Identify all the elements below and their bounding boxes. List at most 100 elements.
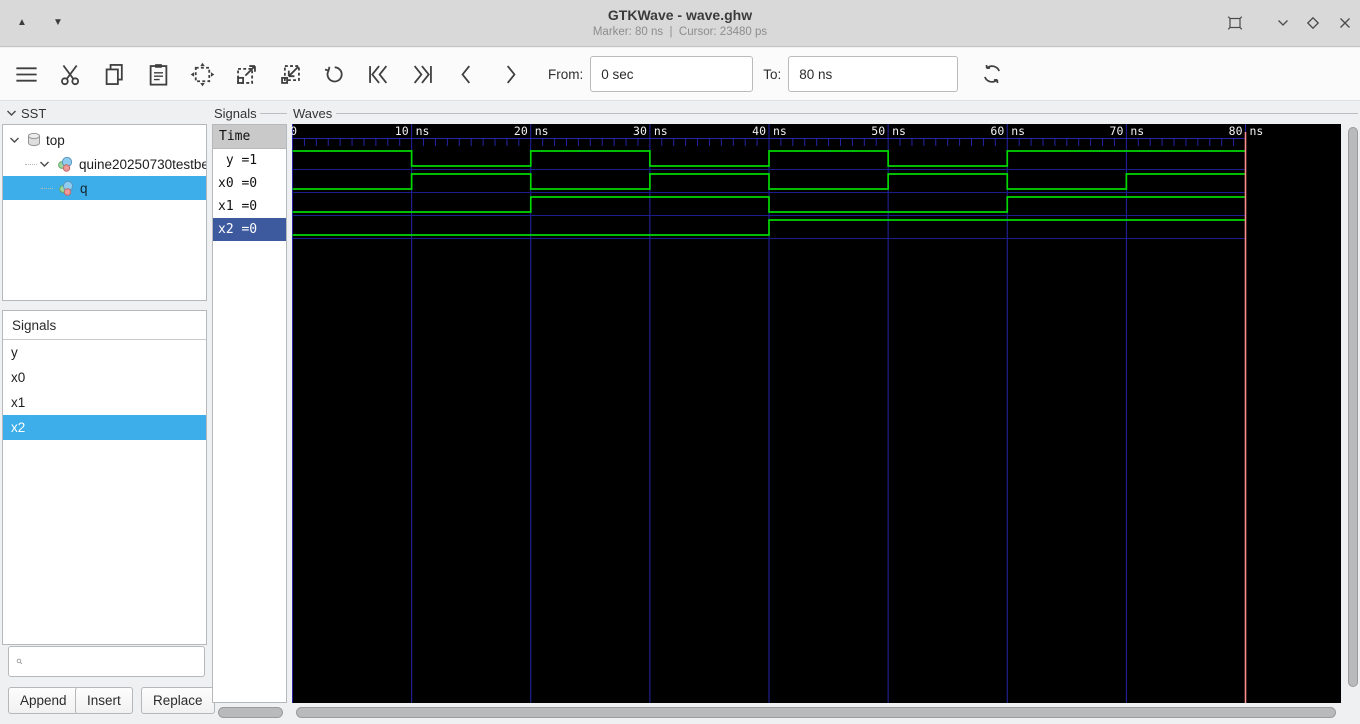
tree-connector: [41, 187, 53, 189]
svg-text:ns: ns: [892, 124, 906, 138]
to-label: To:: [763, 66, 782, 82]
from-label: From:: [548, 66, 584, 82]
search-icon: [16, 658, 23, 665]
signal-value-row-x1[interactable]: x1 =0: [213, 195, 286, 218]
to-end-button[interactable]: [400, 52, 444, 96]
main-toolbar: From: To:: [0, 48, 1360, 101]
expander-chevron-icon: [10, 137, 19, 143]
signal-value-text: x0 =0: [218, 176, 258, 191]
sst-tree-item-q[interactable]: q: [3, 176, 206, 200]
svg-text:ns: ns: [1130, 124, 1144, 138]
svg-text:ns: ns: [416, 124, 430, 138]
to-start-button[interactable]: [356, 52, 400, 96]
reload-icon: [984, 64, 1001, 84]
expander-chevron-icon: [40, 161, 49, 167]
step-back-icon: [460, 65, 470, 83]
signal-value-text: y =1: [218, 153, 258, 168]
cut-button[interactable]: [48, 52, 92, 96]
sst-tree-item-top[interactable]: top: [3, 128, 206, 152]
svg-text:ns: ns: [773, 124, 787, 138]
waves-vertical-scrollbar[interactable]: [1348, 127, 1358, 687]
from-input[interactable]: [590, 56, 754, 92]
diamond-icon: [1306, 16, 1320, 30]
paste-icon: [149, 63, 167, 86]
process-icon: [59, 180, 74, 196]
zoom-out-icon: [280, 64, 300, 84]
time-header[interactable]: Time: [213, 125, 286, 149]
reload-button[interactable]: [970, 52, 1014, 96]
signal-browser-column-header[interactable]: Signals: [3, 311, 206, 340]
process-icon: [58, 156, 73, 172]
zoom-in-icon: [236, 64, 256, 84]
svg-text:70: 70: [1110, 124, 1124, 138]
tree-item-label: q: [80, 180, 88, 196]
zoom-fit-button[interactable]: [180, 52, 224, 96]
signal-list-item-y[interactable]: y: [3, 340, 206, 365]
svg-text:80: 80: [1229, 124, 1243, 138]
signal-value-text: x1 =0: [218, 199, 258, 214]
insert-button[interactable]: Insert: [75, 687, 133, 714]
tree-item-label: quine20250730testbench: [79, 156, 206, 172]
zoom-in-button[interactable]: [224, 52, 268, 96]
menu-button[interactable]: [4, 52, 48, 96]
signal-value-text: x2 =0: [218, 222, 258, 237]
signal-list-item-label: x1: [11, 395, 26, 410]
svg-text:10: 10: [395, 124, 409, 138]
tree-connector: [25, 163, 37, 165]
svg-text:20: 20: [514, 124, 528, 138]
maximize-button[interactable]: [1302, 13, 1324, 33]
time-header-label: Time: [219, 129, 251, 144]
signal-value-row-x0[interactable]: x0 =0: [213, 172, 286, 195]
append-button[interactable]: Append: [8, 687, 79, 714]
minimize-button[interactable]: [1272, 13, 1294, 33]
signal-list-item-label: y: [11, 345, 18, 360]
names-horizontal-scrollbar[interactable]: [218, 707, 283, 718]
svg-text:ns: ns: [654, 124, 668, 138]
signal-list-item-x2[interactable]: x2: [3, 415, 206, 440]
signal-list-item-label: x0: [11, 370, 26, 385]
svg-text:ns: ns: [535, 124, 549, 138]
signal-search-box: [8, 646, 205, 677]
signal-list-item-x1[interactable]: x1: [3, 390, 206, 415]
close-icon: [1340, 18, 1350, 28]
frame-border: [260, 113, 287, 114]
chevron-down-icon: [1278, 20, 1288, 26]
to-start-icon: [368, 65, 387, 83]
wave-canvas[interactable]: 0 10 ns 20 ns 30 ns 40 ns 50 ns 60 ns 70 ns 80 ns: [292, 124, 1341, 703]
close-button[interactable]: [1334, 13, 1356, 33]
copy-button[interactable]: [92, 52, 136, 96]
step-forward-icon: [506, 65, 516, 83]
undo-button[interactable]: [312, 52, 356, 96]
zoom-fit-icon: [190, 62, 214, 86]
signal-value-row-x2[interactable]: x2 =0: [213, 218, 286, 241]
signal-names-rows: y =1 x0 =0 x1 =0 x2 =0: [213, 149, 286, 241]
waves-horizontal-scrollbar[interactable]: [296, 707, 1336, 718]
undo-icon: [324, 65, 343, 82]
sst-section-header[interactable]: SST: [6, 104, 46, 122]
replace-button[interactable]: Replace: [141, 687, 215, 714]
search-input[interactable]: [28, 647, 204, 676]
zoom-out-button[interactable]: [268, 52, 312, 96]
names-frame-label: Signals: [214, 106, 257, 121]
signal-names-panel: Time y =1 x0 =0 x1 =0 x2 =0: [212, 124, 287, 703]
step-back-button[interactable]: [444, 52, 488, 96]
paste-button[interactable]: [136, 52, 180, 96]
step-forward-button[interactable]: [488, 52, 532, 96]
tree-item-label: top: [46, 132, 65, 148]
svg-text:50: 50: [871, 124, 885, 138]
module-icon: [28, 132, 40, 147]
fullscreen-button[interactable]: [1224, 13, 1246, 33]
signal-browser-header-label: Signals: [12, 317, 57, 333]
signal-value-row-y[interactable]: y =1: [213, 149, 286, 172]
svg-text:ns: ns: [1011, 124, 1025, 138]
sst-label: SST: [21, 105, 47, 121]
to-end-icon: [413, 65, 432, 83]
sst-tree-panel: top quine20250730testbench q: [2, 124, 207, 301]
signal-list-item-x0[interactable]: x0: [3, 365, 206, 390]
to-input[interactable]: [788, 56, 959, 92]
marker-cursor-status: Marker: 80 ns | Cursor: 23480 ps: [592, 26, 768, 38]
sst-tree-item-quine20250730testbench[interactable]: quine20250730testbench: [3, 152, 206, 176]
waves-frame-label: Waves: [293, 106, 333, 121]
expander-chevron-icon: [7, 110, 16, 116]
frame-border: [336, 113, 1358, 114]
